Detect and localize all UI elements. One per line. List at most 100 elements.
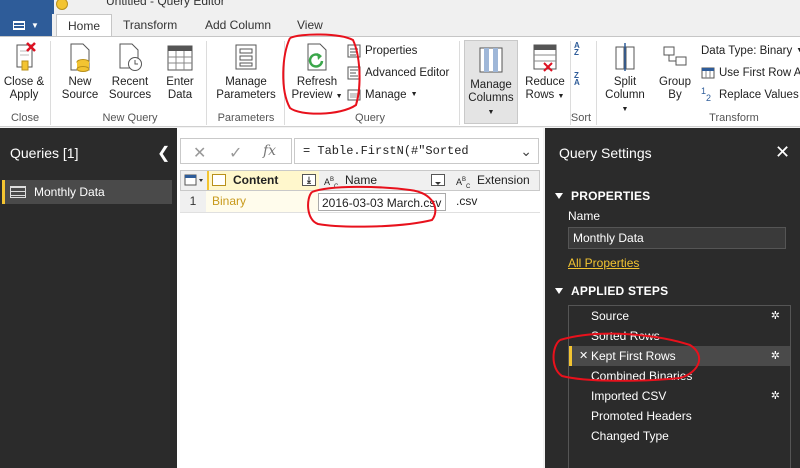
step-label: Sorted Rows (591, 329, 660, 343)
ribbon: Close & Apply Close New Source Recent So… (0, 36, 800, 127)
tab-view[interactable]: View (297, 14, 323, 36)
chevron-down-icon: ▼ (487, 109, 495, 116)
query-item-monthly-data[interactable]: Monthly Data (2, 180, 172, 204)
window-title: Untitled - Query Editor (106, 0, 225, 8)
refresh-preview-button[interactable]: Refresh Preview ▼ (291, 41, 343, 103)
file-menu-button[interactable]: ▼ (0, 14, 52, 36)
cell-extension[interactable]: .csv (456, 191, 477, 212)
delete-step-icon[interactable]: ✕ (579, 346, 588, 366)
group-label-query: Query (355, 112, 385, 124)
manage-columns-button[interactable]: Manage Columns ▼ (464, 40, 518, 124)
group-label-sort: Sort (570, 112, 592, 124)
enter-data-label2: Data (167, 89, 193, 101)
sort-ascending-button[interactable]: AZ (574, 41, 588, 57)
step-label: Combined Binaries (591, 369, 693, 383)
gear-icon[interactable]: ✲ (771, 306, 780, 326)
formula-bar-buttons: ✕ ✓ fx (180, 138, 292, 164)
cell-name[interactable]: 2016-03-03 March.csv (318, 193, 446, 211)
step-changed-type[interactable]: Changed Type (569, 426, 790, 446)
recent-sources-label1: Recent (111, 76, 149, 88)
properties-button[interactable]: Properties (347, 41, 417, 61)
reduce-rows-label1: Reduce (525, 76, 565, 88)
enter-data-button[interactable]: Enter Data (159, 41, 201, 102)
use-first-row-button[interactable]: Use First Row A (701, 63, 800, 83)
ribbon-separator (206, 41, 207, 125)
column-header-extension[interactable]: ABC Extension (453, 171, 541, 190)
gear-icon[interactable]: ✲ (771, 386, 780, 406)
manage-dropdown-button[interactable]: Manage ▼ (347, 85, 418, 105)
column-header-content[interactable]: Content ⤓ (207, 171, 319, 190)
reduce-rows-button[interactable]: Reduce Rows ▼ (522, 41, 568, 103)
replace-values-icon: 1 2 (701, 86, 712, 103)
chevron-down-icon: ▼ (410, 91, 418, 98)
step-promoted-headers[interactable]: Promoted Headers (569, 406, 790, 426)
recent-sources-button[interactable]: Recent Sources (106, 41, 154, 102)
step-combined-binaries[interactable]: Combined Binaries (569, 366, 790, 386)
formula-input[interactable]: = Table.FirstN(#"Sorted ⌄ (294, 138, 539, 164)
tab-add-column[interactable]: Add Column (205, 14, 271, 36)
collapse-chevron-left-icon[interactable]: ❮ (157, 143, 170, 163)
column-header-extension-label: Extension (477, 173, 530, 187)
replace-values-button[interactable]: 1 2 Replace Values (701, 85, 799, 105)
close-apply-button[interactable]: Close & Apply (2, 41, 46, 102)
file-menu-icon (13, 20, 26, 30)
row-number: 1 (180, 191, 206, 212)
selection-bar (2, 180, 5, 204)
refresh-preview-label2: Preview ▼ (291, 89, 343, 101)
group-by-button[interactable]: Group By (654, 41, 696, 102)
app-menu-strip (0, 0, 54, 14)
step-kept-first-rows[interactable]: ✕ Kept First Rows ✲ (569, 346, 790, 366)
step-sorted-rows[interactable]: Sorted Rows (569, 326, 790, 346)
manage-parameters-button[interactable]: Manage Parameters (211, 41, 281, 102)
table-menu-icon[interactable] (181, 171, 207, 190)
step-source[interactable]: Source ✲ (569, 306, 790, 326)
manage-parameters-label2: Parameters (216, 89, 276, 101)
expand-download-icon[interactable]: ⤓ (302, 174, 316, 186)
query-settings-title: Query Settings (559, 145, 652, 161)
name-label: Name (568, 209, 601, 223)
group-by-label1: Group (659, 76, 691, 88)
applied-steps-list: Source ✲ Sorted Rows ✕ Kept First Rows ✲… (568, 305, 791, 468)
quick-access-icon[interactable] (56, 0, 68, 10)
advanced-editor-button[interactable]: Advanced Editor (347, 63, 449, 83)
gear-icon[interactable]: ✲ (771, 346, 780, 366)
fx-icon[interactable]: fx (263, 143, 276, 159)
column-header-content-label: Content (233, 173, 279, 187)
tab-transform[interactable]: Transform (123, 14, 177, 36)
data-preview-area: ✕ ✓ fx = Table.FirstN(#"Sorted ⌄ Content… (177, 128, 543, 468)
step-imported-csv[interactable]: Imported CSV ✲ (569, 386, 790, 406)
manage-columns-label1: Manage (470, 79, 512, 91)
chevron-down-icon: ▼ (557, 93, 565, 100)
reduce-rows-label2: Rows ▼ (525, 89, 565, 101)
split-column-label1: Split (613, 76, 637, 88)
properties-section-header[interactable]: PROPERTIES (555, 189, 650, 203)
queries-panel: Queries [1] ❮ Monthly Data (0, 128, 177, 468)
split-column-button[interactable]: Split Column ▼ (601, 41, 649, 116)
data-type-label: Data Type: Binary (701, 45, 793, 57)
new-source-button[interactable]: New Source (57, 41, 103, 102)
cell-content-binary[interactable]: Binary (206, 191, 318, 212)
manage-columns-label2: Columns ▼ (468, 92, 514, 116)
group-label-new-query: New Query (102, 112, 158, 124)
expand-chevron-down-icon[interactable]: ⌄ (520, 139, 532, 163)
new-source-icon (65, 41, 95, 73)
parameters-icon (231, 41, 261, 73)
check-icon[interactable]: ✓ (229, 143, 242, 163)
ribbon-separator (284, 41, 285, 125)
tab-home[interactable]: Home (56, 14, 113, 37)
data-type-dropdown[interactable]: Data Type: Binary ▼ (701, 41, 800, 61)
cancel-x-icon[interactable]: ✕ (193, 143, 206, 163)
all-properties-link[interactable]: All Properties (568, 256, 639, 270)
ribbon-separator (50, 41, 51, 125)
applied-steps-header[interactable]: APPLIED STEPS (555, 284, 668, 298)
column-header-name[interactable]: ABC Name (321, 171, 449, 190)
refresh-preview-label1: Refresh (296, 76, 338, 88)
queries-panel-title: Queries [1] (10, 145, 79, 161)
filter-dropdown-icon[interactable] (431, 174, 445, 186)
ribbon-separator (596, 41, 597, 125)
manage-icon (347, 88, 361, 102)
query-name-input[interactable]: Monthly Data (568, 227, 786, 249)
close-icon[interactable]: ✕ (775, 142, 790, 163)
title-bar: Untitled - Query Editor (0, 0, 800, 14)
sort-descending-button[interactable]: ZA (574, 71, 588, 87)
